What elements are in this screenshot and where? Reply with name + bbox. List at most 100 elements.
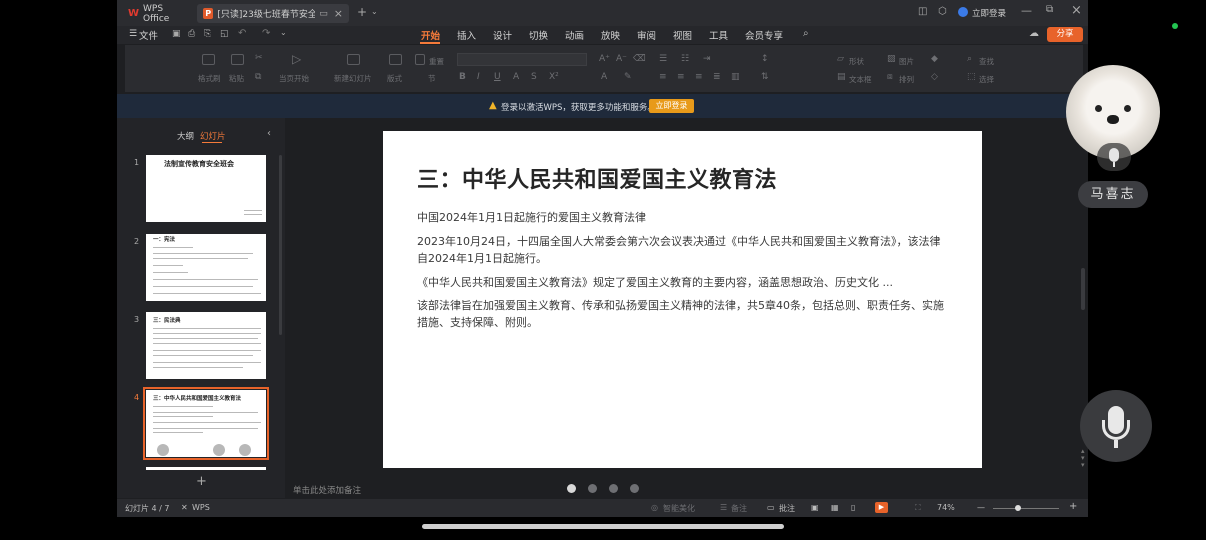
menu-design[interactable]: 设计: [493, 28, 512, 42]
page-dot-1[interactable]: [567, 484, 576, 493]
slide-paragraph-1[interactable]: 中国2024年1月1日起施行的爱国主义教育法律: [417, 209, 947, 226]
layout-icon[interactable]: [389, 54, 402, 65]
notes-toggle-button[interactable]: 备注: [731, 503, 747, 514]
notes-pane[interactable]: 单击此处添加备注: [287, 480, 1083, 498]
zoom-slider-handle[interactable]: [1015, 505, 1021, 511]
menu-file[interactable]: 文件: [139, 28, 158, 42]
new-slide-icon[interactable]: [347, 54, 360, 65]
slide-thumbnail-3[interactable]: 三：民法典: [146, 312, 266, 379]
font-color-icon[interactable]: A: [601, 72, 607, 82]
export-icon[interactable]: ⎙: [188, 29, 195, 39]
slide-thumbnail-1[interactable]: 法制宣传教育安全班会: [146, 155, 266, 222]
shape-icon[interactable]: ▱: [837, 54, 844, 64]
close-tab-icon[interactable]: ×: [334, 7, 343, 20]
user-avatar-icon[interactable]: [958, 7, 968, 17]
align-center-icon[interactable]: ≡: [677, 72, 685, 82]
copy-icon[interactable]: ⧉: [255, 72, 261, 82]
menu-review[interactable]: 审阅: [637, 28, 656, 42]
login-now-button[interactable]: 立即登录: [649, 99, 694, 113]
layout-icon[interactable]: ◫: [918, 6, 927, 17]
monitor-icon[interactable]: ▭: [319, 9, 328, 19]
textbox-icon[interactable]: ▤: [837, 72, 846, 82]
add-slide-icon[interactable]: +: [196, 474, 207, 489]
fit-window-icon[interactable]: ⛶: [915, 503, 921, 513]
slide-paragraph-3[interactable]: 《中华人民共和国爱国主义教育法》规定了爱国主义教育的主要内容，涵盖思想政治、历史…: [417, 274, 947, 291]
hamburger-icon[interactable]: ☰: [129, 29, 137, 39]
italic-icon[interactable]: I: [477, 72, 480, 82]
line-spacing-icon[interactable]: ↕: [761, 54, 769, 64]
highlight-icon[interactable]: ✎: [624, 72, 632, 82]
comments-icon[interactable]: ▭: [767, 503, 775, 512]
text-direction-icon[interactable]: ⇅: [761, 72, 769, 82]
increase-font-icon[interactable]: A⁺: [599, 54, 610, 64]
cut-icon[interactable]: ✂: [255, 53, 263, 63]
login-link[interactable]: 立即登录: [972, 7, 1006, 19]
tab-wps-office[interactable]: W WPS Office: [122, 4, 194, 24]
undo-icon[interactable]: ↶: [238, 28, 246, 39]
comments-button[interactable]: 批注: [779, 503, 795, 514]
find-icon[interactable]: ⌕: [967, 54, 972, 64]
reading-view-icon[interactable]: ▯: [851, 503, 855, 512]
menu-insert[interactable]: 插入: [457, 28, 476, 42]
smart-beautify-button[interactable]: 智能美化: [663, 503, 695, 514]
columns-icon[interactable]: ▥: [731, 72, 740, 82]
print-icon[interactable]: ⎘: [204, 29, 211, 39]
slide-scrollbar[interactable]: [1081, 268, 1085, 310]
menu-transition[interactable]: 切换: [529, 28, 548, 42]
bullet-list-icon[interactable]: ☰: [659, 54, 667, 64]
menu-tools[interactable]: 工具: [709, 28, 728, 42]
menu-home[interactable]: 开始: [421, 28, 440, 42]
slide-sorter-icon[interactable]: ▦: [831, 503, 839, 512]
slide-paragraph-4[interactable]: 该部法律旨在加强爱国主义教育、传承和弘扬爱国主义精神的法律，共5章40条，包括总…: [417, 297, 947, 331]
fill-icon[interactable]: ◆: [931, 54, 938, 64]
play-from-current-icon[interactable]: ▷: [292, 52, 301, 66]
tab-list-chevron-icon[interactable]: ⌄: [371, 7, 378, 16]
normal-view-icon[interactable]: ▣: [811, 503, 819, 512]
menu-member[interactable]: 会员专享: [745, 28, 783, 42]
paste-icon[interactable]: [231, 54, 244, 65]
superscript-icon[interactable]: X²: [549, 72, 559, 82]
home-indicator[interactable]: [422, 524, 784, 529]
zoom-slider-track[interactable]: [993, 508, 1059, 509]
current-slide[interactable]: 三：中华人民共和国爱国主义教育法 中国2024年1月1日起施行的爱国主义教育法律…: [383, 131, 982, 468]
tab-slides[interactable]: 幻灯片: [200, 130, 226, 142]
clear-format-icon[interactable]: ⌫: [633, 54, 646, 64]
tab-document[interactable]: P [只读]23级七班春节安全班会 ▭ ×: [197, 4, 349, 23]
page-dot-2[interactable]: [588, 484, 597, 493]
indent-icon[interactable]: ⇥: [703, 54, 711, 64]
thumb-action-icon[interactable]: [239, 444, 251, 456]
notes-toggle-icon[interactable]: ☰: [720, 503, 727, 512]
menu-slideshow[interactable]: 放映: [601, 28, 620, 42]
zoom-out-icon[interactable]: —: [977, 503, 985, 512]
new-tab-icon[interactable]: +: [357, 5, 367, 19]
slide-thumbnail-4[interactable]: 三：中华人民共和国爱国主义教育法: [143, 387, 269, 460]
preview-icon[interactable]: ◱: [220, 29, 229, 39]
strikethrough-icon[interactable]: A: [513, 72, 519, 82]
page-dot-4[interactable]: [630, 484, 639, 493]
format-painter-icon[interactable]: [202, 54, 215, 65]
quick-access-chevron-icon[interactable]: ⌄: [280, 28, 287, 37]
shadow-icon[interactable]: S: [531, 72, 537, 82]
reset-icon[interactable]: [415, 54, 425, 65]
zoom-level[interactable]: 74%: [937, 503, 955, 512]
slide-title[interactable]: 三：中华人民共和国爱国主义教育法: [417, 162, 777, 194]
collapse-panel-icon[interactable]: ‹: [267, 128, 271, 139]
align-left-icon[interactable]: ≡: [659, 72, 667, 82]
save-icon[interactable]: ▣: [172, 29, 181, 39]
underline-icon[interactable]: U: [494, 72, 501, 82]
image-icon[interactable]: ▨: [887, 54, 896, 64]
font-name-dropdown[interactable]: [457, 53, 587, 66]
redo-icon[interactable]: ↷: [262, 28, 270, 39]
bold-icon[interactable]: B: [459, 72, 466, 82]
cloud-icon[interactable]: ☁: [1029, 28, 1039, 39]
search-icon[interactable]: ⌕: [803, 28, 809, 39]
minimize-icon[interactable]: —: [1021, 4, 1032, 17]
menu-animation[interactable]: 动画: [565, 28, 584, 42]
zoom-in-icon[interactable]: +: [1069, 501, 1077, 512]
scroll-arrows-icon[interactable]: ▴ ▾ ▾: [1081, 448, 1085, 469]
microphone-button[interactable]: [1080, 390, 1152, 462]
select-icon[interactable]: ⬚: [967, 72, 976, 82]
menu-view[interactable]: 视图: [673, 28, 692, 42]
play-slideshow-button[interactable]: ▶: [875, 502, 888, 513]
arrange-icon[interactable]: ⧈: [887, 72, 893, 82]
